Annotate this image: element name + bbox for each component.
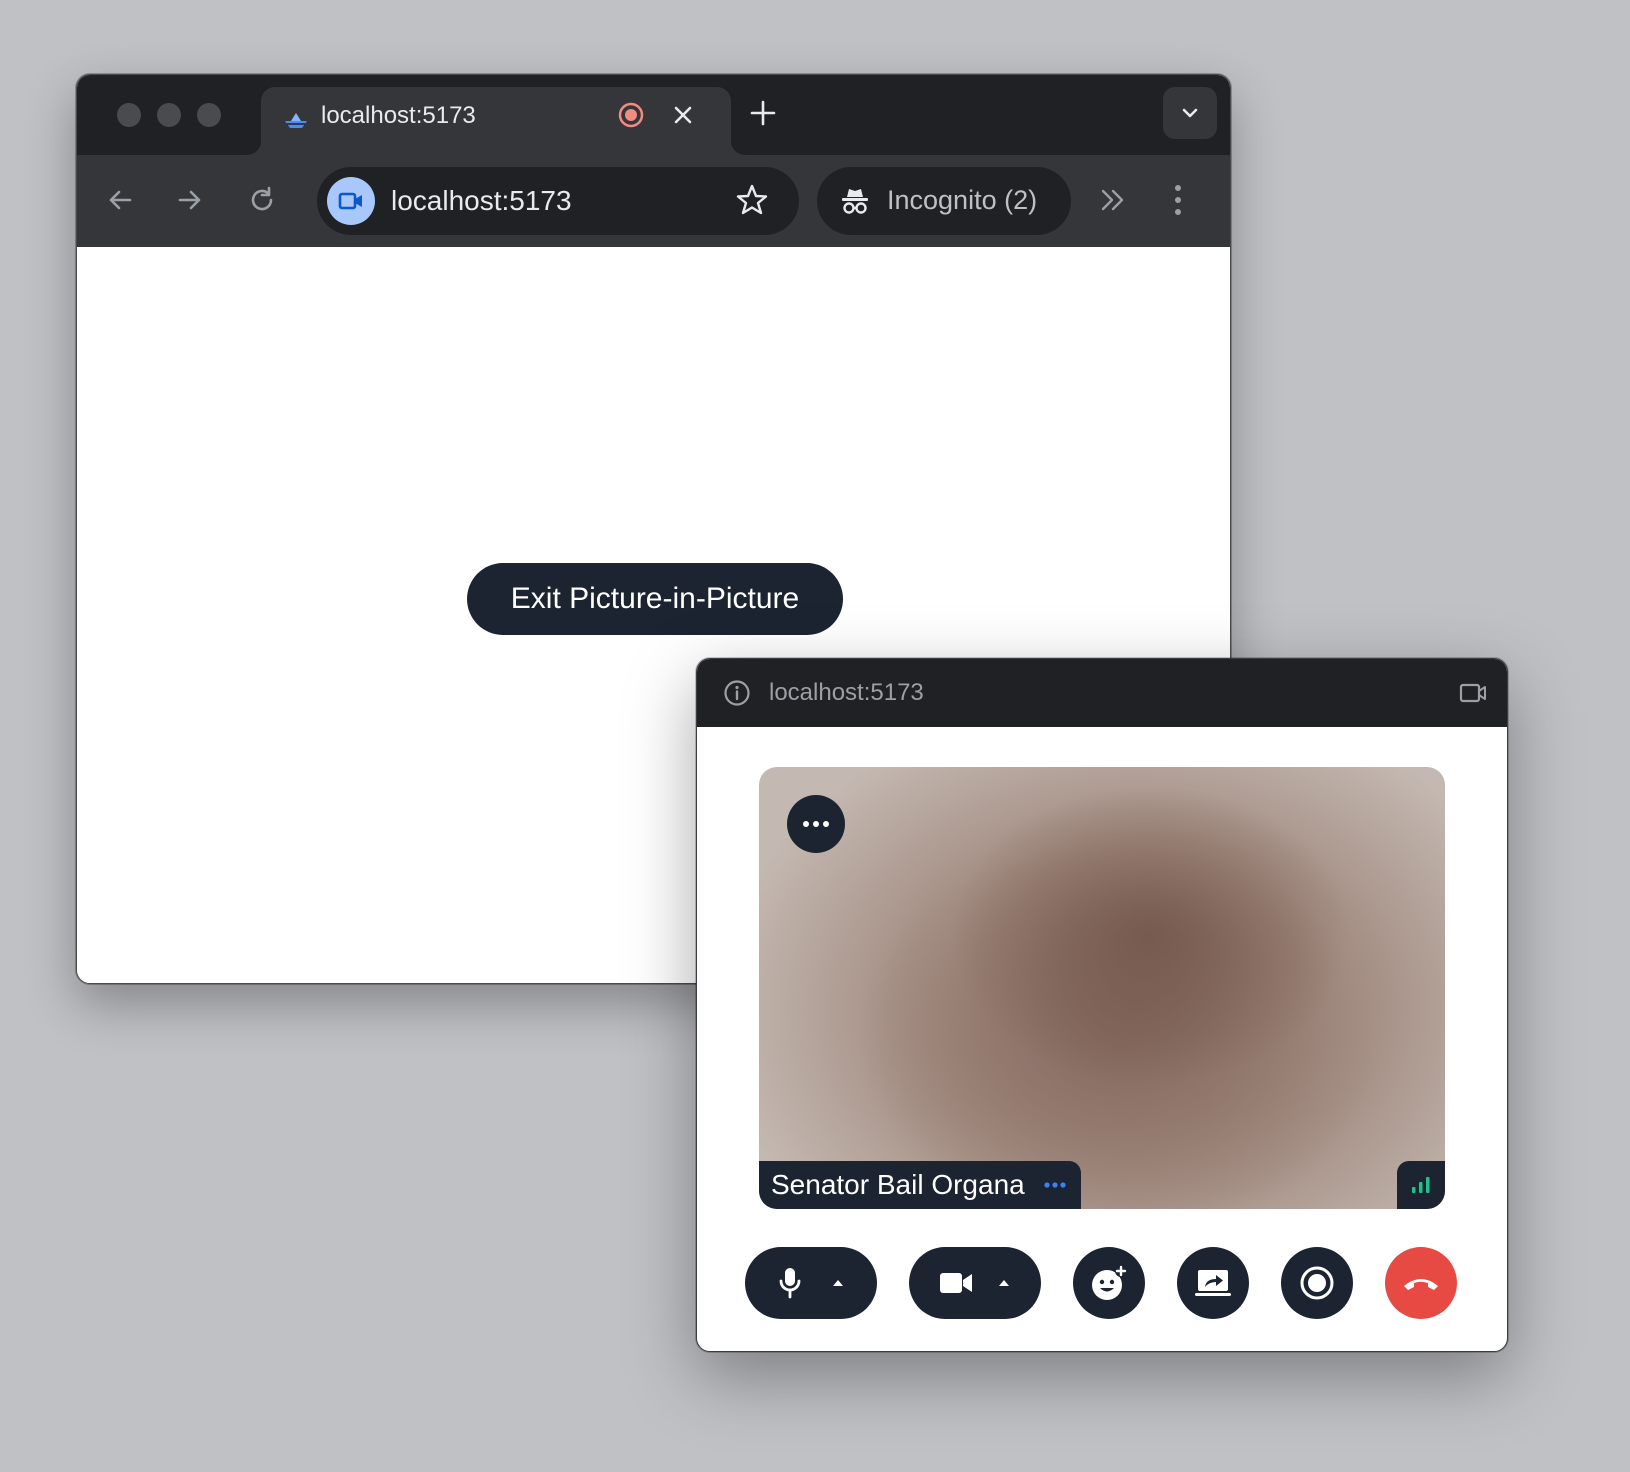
site-info-button[interactable]: [327, 177, 375, 225]
close-icon[interactable]: [671, 103, 695, 127]
star-icon[interactable]: [735, 183, 769, 217]
microphone-control[interactable]: [745, 1247, 877, 1319]
chevron-down-icon: [1179, 102, 1201, 124]
participant-video: Senator Bail Organa: [759, 767, 1445, 1209]
leave-call-button[interactable]: [1385, 1247, 1457, 1319]
record-indicator-icon: [617, 101, 645, 129]
screen-share-button[interactable]: [1177, 1247, 1249, 1319]
signal-bars-icon: [1410, 1176, 1432, 1194]
incognito-icon: [839, 185, 871, 217]
participant-name-tag: Senator Bail Organa: [759, 1161, 1081, 1209]
screen-share-icon: [1194, 1267, 1232, 1299]
window-zoom-light[interactable]: [197, 103, 221, 127]
more-horizontal-icon: [1043, 1181, 1067, 1189]
incognito-label: Incognito (2): [887, 185, 1038, 215]
plus-icon[interactable]: [749, 99, 777, 127]
tab-title: localhost:5173: [321, 102, 476, 129]
reactions-button[interactable]: [1073, 1247, 1145, 1319]
participant-options-button[interactable]: [787, 795, 845, 853]
phone-hangup-icon: [1401, 1273, 1441, 1293]
caret-up-icon[interactable]: [831, 1278, 845, 1288]
exit-picture-in-picture-button[interactable]: Exit Picture-in-Picture: [467, 563, 843, 635]
window-close-light[interactable]: [117, 103, 141, 127]
tab-search-button[interactable]: [1163, 87, 1217, 139]
arrow-left-icon[interactable]: [105, 185, 135, 215]
incognito-button[interactable]: Incognito (2): [817, 167, 1071, 235]
participant-name: Senator Bail Organa: [771, 1169, 1025, 1200]
video-camera-icon: [337, 189, 365, 213]
info-icon[interactable]: [723, 679, 751, 707]
microphone-icon[interactable]: [777, 1266, 803, 1300]
toolbar: localhost:5173 Incognito (2): [77, 155, 1230, 247]
reload-icon[interactable]: [247, 185, 277, 215]
address-url: localhost:5173: [391, 185, 572, 216]
network-quality-indicator: [1397, 1161, 1445, 1209]
pip-window: localhost:5173 Senator Bail Organa: [696, 658, 1508, 1352]
more-horizontal-icon: [802, 820, 830, 828]
record-icon: [1299, 1265, 1335, 1301]
smiley-plus-icon: [1090, 1264, 1128, 1302]
kebab-menu-icon[interactable]: [1173, 183, 1183, 217]
double-chevron-right-icon[interactable]: [1099, 187, 1127, 213]
window-minimize-light[interactable]: [157, 103, 181, 127]
tab-strip: localhost:5173: [77, 75, 1230, 155]
caret-up-icon[interactable]: [997, 1278, 1011, 1288]
ship-favicon-icon: [283, 109, 309, 131]
back-to-tab-icon[interactable]: [1459, 681, 1487, 705]
arrow-right-icon[interactable]: [175, 185, 205, 215]
pip-titlebar: localhost:5173: [697, 659, 1507, 727]
video-camera-icon[interactable]: [939, 1270, 973, 1296]
tab-active[interactable]: localhost:5173: [261, 87, 731, 155]
camera-control[interactable]: [909, 1247, 1041, 1319]
address-bar[interactable]: localhost:5173: [317, 167, 799, 235]
call-controls: [697, 1247, 1507, 1321]
record-button[interactable]: [1281, 1247, 1353, 1319]
pip-url: localhost:5173: [769, 679, 924, 706]
